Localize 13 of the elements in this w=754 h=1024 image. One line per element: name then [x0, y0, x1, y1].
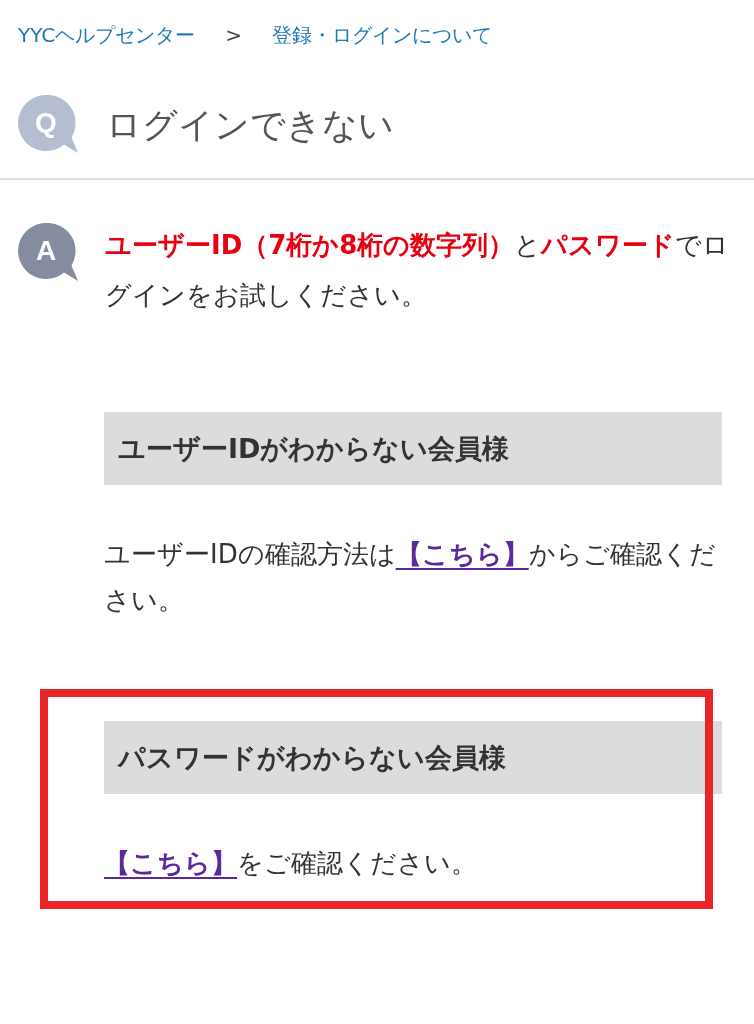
question-title: ログインできない	[106, 103, 394, 147]
body-text: ユーザーIDの確認方法は【こちら】からご確認ください。	[104, 538, 717, 617]
question-badge: Q	[18, 95, 78, 155]
here-link[interactable]: 【こちら】	[104, 848, 237, 878]
section-heading: パスワードがわからない会員様	[104, 721, 722, 794]
answer-text: ユーザーID（7桁か8桁の数字列）とパスワードでログインをお試しください。	[105, 229, 731, 312]
breadcrumb-separator: >	[225, 23, 243, 47]
answer-badge: A	[18, 223, 78, 283]
body-text: 【こちら】をご確認ください。	[104, 847, 478, 880]
breadcrumb-link[interactable]: 登録・ログインについて	[272, 21, 493, 49]
here-link[interactable]: 【こちら】	[395, 539, 529, 569]
section-heading: ユーザーIDがわからない会員様	[104, 412, 722, 485]
breadcrumb-link[interactable]: YYCヘルプセンター	[18, 21, 196, 49]
